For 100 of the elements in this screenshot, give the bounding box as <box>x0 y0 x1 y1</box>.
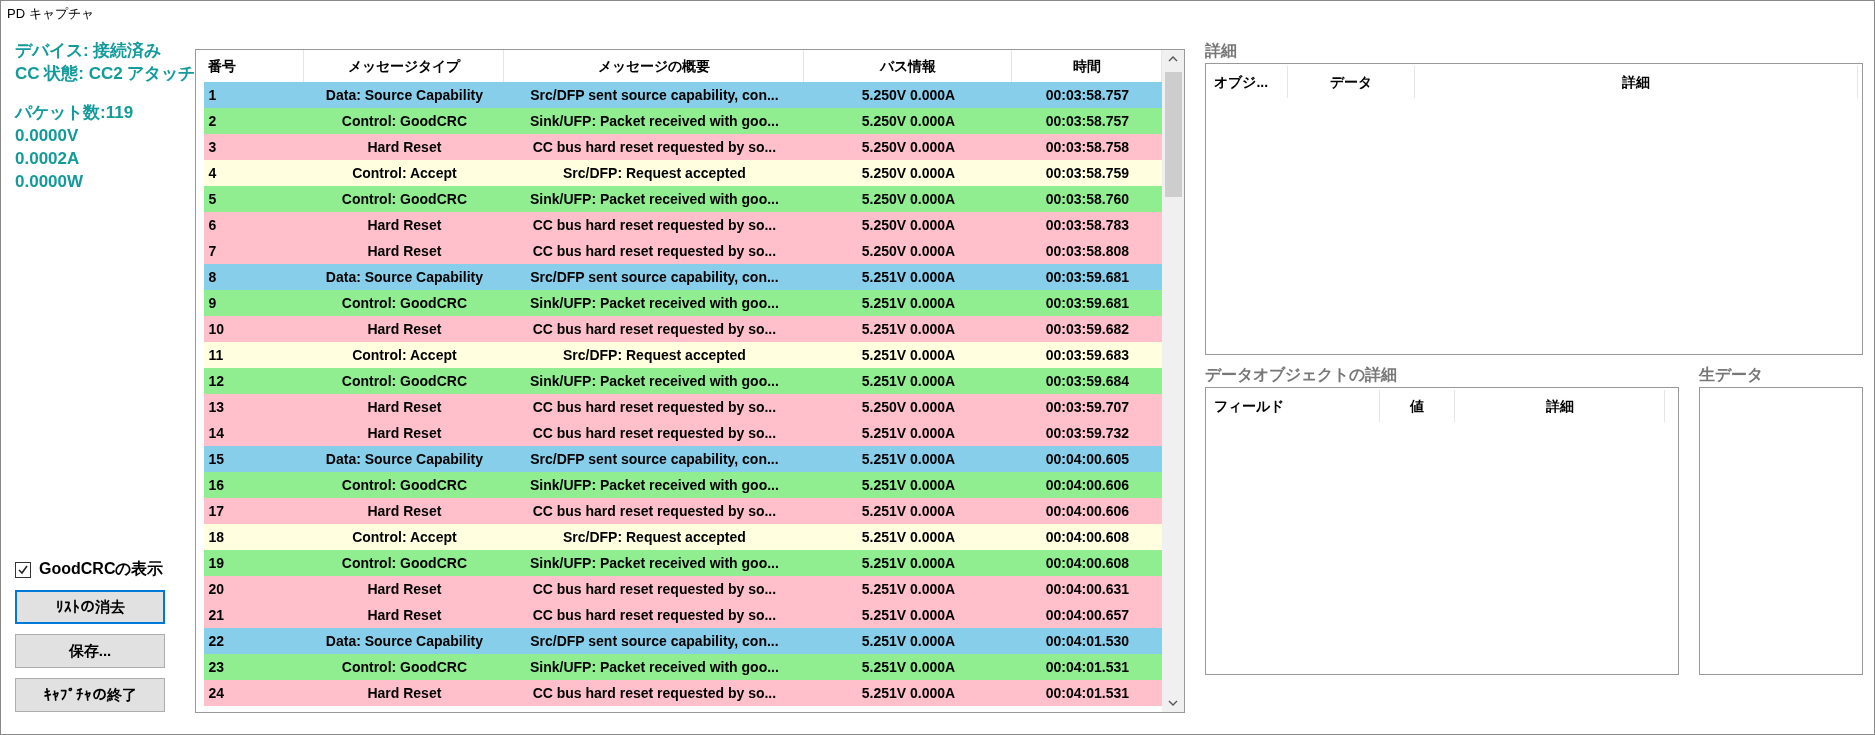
table-cell-text: CC bus hard reset requested by so... <box>531 425 778 441</box>
table-cell-text: Control: GoodCRC <box>340 659 468 675</box>
table-cell-text: CC bus hard reset requested by so... <box>531 321 778 337</box>
status-text: パケット数:119 <box>15 102 135 124</box>
table-cell-text: Hard Reset <box>366 399 443 415</box>
column-header[interactable]: 詳細 <box>1455 390 1666 422</box>
table-cell-text: Hard Reset <box>366 217 443 233</box>
table-cell-text: 00:03:59.682 <box>1044 321 1131 337</box>
packet-row[interactable]: 11 Control: Accept Src/DFP: Request accepted 5.251V 0.000A 00:03:59.683 <box>204 342 1163 368</box>
status-text: CC 状態: CC2 アタッチ <box>15 63 196 85</box>
table-cell-text: 3 <box>207 139 218 155</box>
checkbox-label[interactable]: GoodCRCの表示 <box>39 559 164 580</box>
table-cell-text: Data: Source Capability <box>324 269 484 285</box>
table-cell-text: 5.251V 0.000A <box>860 659 957 675</box>
table-cell-text: CC bus hard reset requested by so... <box>531 685 778 701</box>
packet-row[interactable]: 22 Data: Source Capability Src/DFP sent source capability, con... 5.251V 0.000A 00:04:01.530 <box>204 628 1163 654</box>
table-cell-text: Src/DFP: Request accepted <box>562 347 747 363</box>
packet-row[interactable]: 20 Hard Reset CC bus hard reset requested by so... 5.251V 0.000A 00:04:00.631 <box>204 576 1163 602</box>
table-cell-text: Control: GoodCRC <box>340 113 468 129</box>
packet-row[interactable]: 24 Hard Reset CC bus hard reset requested by so... 5.251V 0.000A 00:04:01.531 <box>204 680 1163 706</box>
packet-row[interactable]: 17 Hard Reset CC bus hard reset requested by so... 5.251V 0.000A 00:04:00.606 <box>204 498 1163 524</box>
table-cell-text: 00:04:01.531 <box>1044 685 1131 701</box>
table-cell-text: 5.250V 0.000A <box>860 243 957 259</box>
table-cell-text: Src/DFP sent source capability, con... <box>529 633 780 649</box>
status-text: 0.0000V <box>15 125 80 147</box>
packet-row[interactable]: 10 Hard Reset CC bus hard reset requested by so... 5.251V 0.000A 00:03:59.682 <box>204 316 1163 342</box>
packet-row[interactable]: 21 Hard Reset CC bus hard reset requested by so... 5.251V 0.000A 00:04:00.657 <box>204 602 1163 628</box>
table-cell-text: Sink/UFP: Packet received with goo... <box>528 477 780 493</box>
packet-row[interactable]: 12 Control: GoodCRC Sink/UFP: Packet received with goo... 5.251V 0.000A 00:03:59.684 <box>204 368 1163 394</box>
table-cell-text: 00:04:00.608 <box>1044 555 1131 571</box>
packet-row[interactable]: 15 Data: Source Capability Src/DFP sent source capability, con... 5.251V 0.000A 00:04:00.605 <box>204 446 1163 472</box>
table-cell-text: 1 <box>207 87 218 103</box>
packet-row[interactable]: 8 Data: Source Capability Src/DFP sent source capability, con... 5.251V 0.000A 00:03:59.681 <box>204 264 1163 290</box>
table-cell-text: 5.251V 0.000A <box>860 685 957 701</box>
column-header[interactable]: フィールド <box>1210 390 1381 422</box>
action-button[interactable]: ﾘｽﾄの消去 <box>15 590 165 624</box>
table-cell-text: 5.251V 0.000A <box>860 321 957 337</box>
packet-row[interactable]: 18 Control: Accept Src/DFP: Request accepted 5.251V 0.000A 00:04:00.608 <box>204 524 1163 550</box>
table-cell-text: Data: Source Capability <box>324 87 484 103</box>
table-cell-text: 8 <box>207 269 218 285</box>
table-cell-text: 15 <box>207 451 225 467</box>
packet-row[interactable]: 14 Hard Reset CC bus hard reset requested by so... 5.251V 0.000A 00:03:59.732 <box>204 420 1163 446</box>
table-cell-text: 00:04:00.631 <box>1044 581 1131 597</box>
table-cell-text: 5.251V 0.000A <box>860 477 957 493</box>
packet-row[interactable]: 7 Hard Reset CC bus hard reset requested by so... 5.250V 0.000A 00:03:58.808 <box>204 238 1163 264</box>
table-cell-text: 00:03:59.684 <box>1044 373 1131 389</box>
packet-row[interactable]: 9 Control: GoodCRC Sink/UFP: Packet received with goo... 5.251V 0.000A 00:03:59.681 <box>204 290 1163 316</box>
table-cell-text: Src/DFP: Request accepted <box>562 529 747 545</box>
table-cell-text: 00:04:00.657 <box>1044 607 1131 623</box>
packet-row[interactable]: 6 Hard Reset CC bus hard reset requested by so... 5.250V 0.000A 00:03:58.783 <box>204 212 1163 238</box>
table-cell-text: 5.251V 0.000A <box>860 295 957 311</box>
table-cell-text: 14 <box>207 425 225 441</box>
table-cell-text: 00:03:59.732 <box>1044 425 1131 441</box>
table-cell-text: Control: GoodCRC <box>340 477 468 493</box>
packet-row[interactable]: 19 Control: GoodCRC Sink/UFP: Packet received with goo... 5.251V 0.000A 00:04:00.608 <box>204 550 1163 576</box>
packet-row[interactable]: 3 Hard Reset CC bus hard reset requested by so... 5.250V 0.000A 00:03:58.758 <box>204 134 1163 160</box>
table-cell-text: 5.251V 0.000A <box>860 373 957 389</box>
table-cell-text: Hard Reset <box>366 425 443 441</box>
table-cell-text: 5.251V 0.000A <box>860 607 957 623</box>
table-cell-text: 13 <box>207 399 225 415</box>
packet-row[interactable]: 16 Control: GoodCRC Sink/UFP: Packet received with goo... 5.251V 0.000A 00:04:00.606 <box>204 472 1163 498</box>
table-cell-text: Src/DFP: Request accepted <box>562 165 747 181</box>
table-cell-text: Hard Reset <box>366 685 443 701</box>
table-cell-text: 6 <box>207 217 218 233</box>
panel-title: データオブジェクトの詳細 <box>1205 365 1399 385</box>
packet-row[interactable]: 13 Hard Reset CC bus hard reset requested by so... 5.250V 0.000A 00:03:59.707 <box>204 394 1163 420</box>
table-cell-text: 00:04:01.531 <box>1044 659 1131 675</box>
packet-row[interactable]: 2 Control: GoodCRC Sink/UFP: Packet received with goo... 5.250V 0.000A 00:03:58.757 <box>204 108 1163 134</box>
table-cell-text: Sink/UFP: Packet received with goo... <box>528 555 780 571</box>
window-title: PD キャプチャ <box>7 5 94 23</box>
table-cell-text: 00:03:58.757 <box>1044 87 1131 103</box>
column-header[interactable]: オブジ... <box>1210 66 1289 98</box>
panel-title: 生データ <box>1699 365 1765 385</box>
packet-row[interactable]: 23 Control: GoodCRC Sink/UFP: Packet received with goo... 5.251V 0.000A 00:04:01.531 <box>204 654 1163 680</box>
table-cell-text: 10 <box>207 321 225 337</box>
packet-row[interactable]: 5 Control: GoodCRC Sink/UFP: Packet received with goo... 5.250V 0.000A 00:03:58.760 <box>204 186 1163 212</box>
table-cell-text: 00:04:00.605 <box>1044 451 1131 467</box>
column-header[interactable]: データ <box>1288 66 1416 98</box>
column-header[interactable]: 値 <box>1380 390 1456 422</box>
table-cell-text: 5.251V 0.000A <box>860 633 957 649</box>
packet-row[interactable]: 4 Control: Accept Src/DFP: Request accepted 5.250V 0.000A 00:03:58.759 <box>204 160 1163 186</box>
table-cell-text: Src/DFP sent source capability, con... <box>529 87 780 103</box>
table-cell-text: 2 <box>207 113 218 129</box>
packet-row[interactable]: 1 Data: Source Capability Src/DFP sent source capability, con... 5.250V 0.000A 00:03:58.757 <box>204 82 1163 108</box>
scrollbar[interactable] <box>1162 50 1185 712</box>
table-cell-text: 16 <box>207 477 225 493</box>
column-header[interactable]: 詳細 <box>1415 66 1859 98</box>
table-cell-text: CC bus hard reset requested by so... <box>531 607 778 623</box>
scroll-thumb[interactable] <box>1164 72 1182 197</box>
table-cell-text: Hard Reset <box>366 139 443 155</box>
table-cell-text: 00:04:01.530 <box>1044 633 1131 649</box>
table-cell-text: 00:03:59.683 <box>1044 347 1131 363</box>
action-button[interactable]: 保存... <box>15 634 165 668</box>
table-cell-text: 00:04:00.606 <box>1044 477 1131 493</box>
table-cell-text: 5.250V 0.000A <box>860 139 957 155</box>
table-cell-text: Hard Reset <box>366 607 443 623</box>
table-cell-text: 5.251V 0.000A <box>860 555 957 571</box>
action-button[interactable]: ｷｬﾌﾟﾁｬの終了 <box>15 678 165 712</box>
checkbox[interactable] <box>15 561 31 578</box>
table-cell-text: Hard Reset <box>366 581 443 597</box>
